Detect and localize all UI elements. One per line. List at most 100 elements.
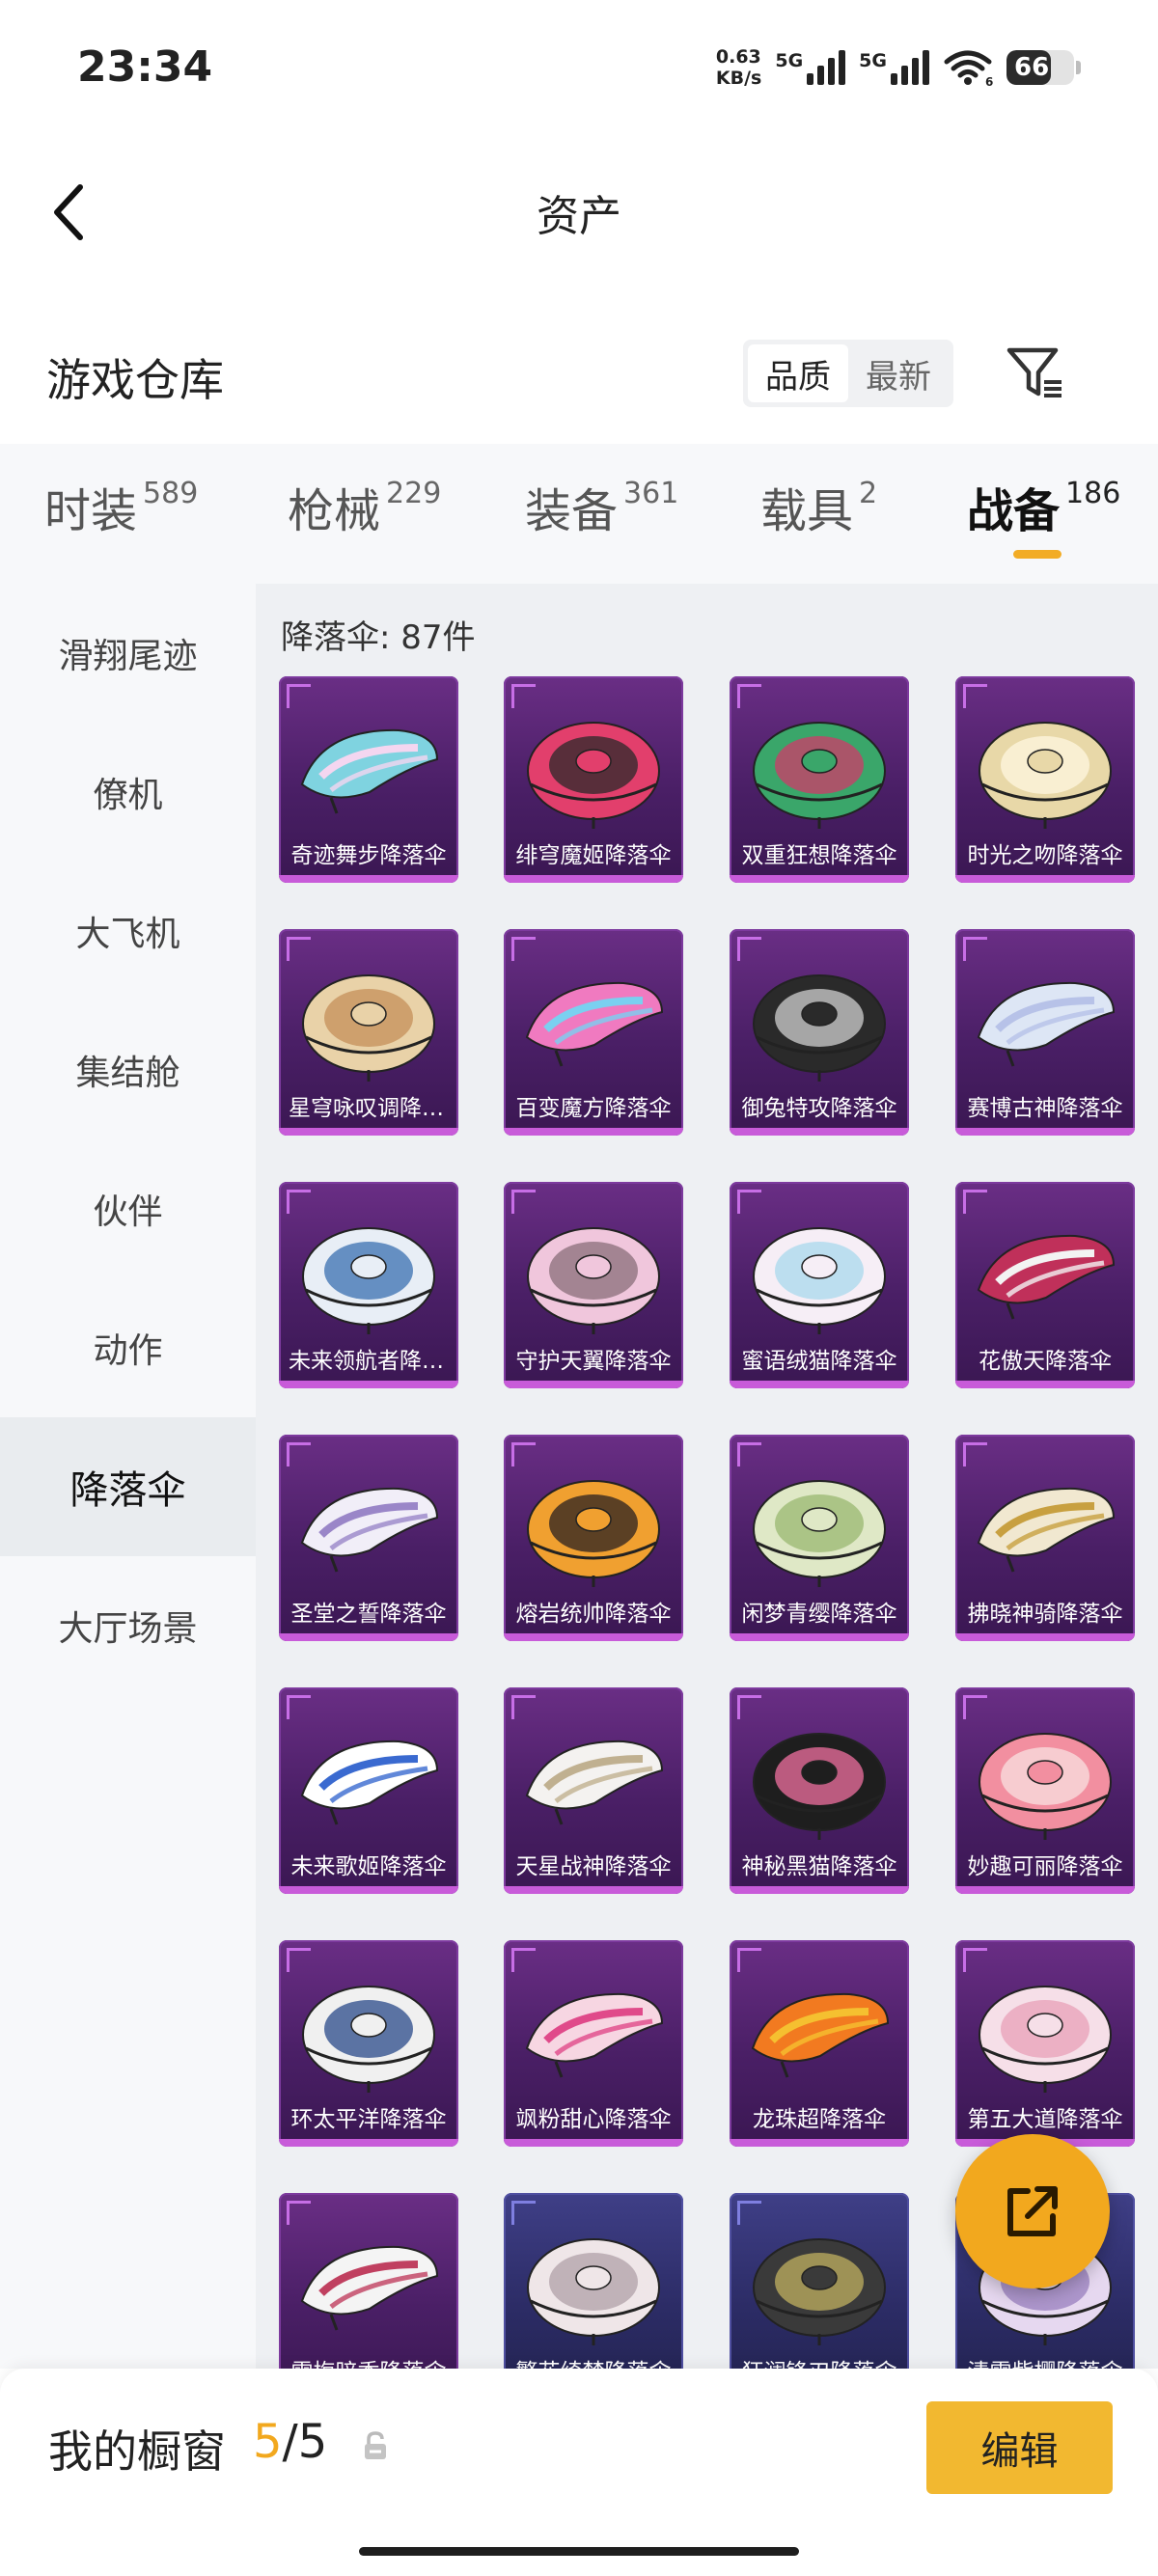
- parachute-name: 赛博古神降落伞: [967, 1096, 1123, 1121]
- parachute-icon: [300, 1487, 439, 1573]
- parachute-name: 御兔特攻降落伞: [741, 1096, 897, 1121]
- tab-count: 589: [143, 477, 199, 510]
- sidebar-item-capsule[interactable]: 集结舱: [0, 1000, 256, 1139]
- tab-label: 枪械: [288, 484, 381, 538]
- rarity-bar: [279, 1381, 458, 1388]
- parachute-card[interactable]: 奇迹舞步降落伞: [279, 676, 458, 883]
- status-indicators: 0.63 KB/s 5G 5G 6 66: [716, 42, 1081, 93]
- sidebar-item-companion[interactable]: 伙伴: [0, 1139, 256, 1278]
- parachute-name: 飒粉甜心降落伞: [515, 2107, 672, 2132]
- edit-button[interactable]: 编辑: [926, 2401, 1113, 2494]
- sidebar-item-wingman[interactable]: 僚机: [0, 723, 256, 862]
- sidebar: 滑翔尾迹 僚机 大飞机 集结舱 伙伴 动作 降落伞 大厅场景: [0, 584, 256, 2369]
- parachute-card[interactable]: 龙珠超降落伞: [730, 1940, 909, 2147]
- parachute-name: 绯穹魔姬降落伞: [515, 843, 672, 868]
- tab-equipment[interactable]: 装备 361: [525, 473, 678, 540]
- parachute-card[interactable]: 繁花绮梦降落伞: [504, 2193, 683, 2369]
- parachute-name: 时光之吻降落伞: [967, 843, 1123, 868]
- parachute-icon: [753, 1227, 886, 1334]
- parachute-card[interactable]: 雪梅暗香降落伞: [279, 2193, 458, 2369]
- parachute-card[interactable]: 神秘黑猫降落伞: [730, 1687, 909, 1894]
- parachute-card[interactable]: 星穹咏叹调降落伞: [279, 929, 458, 1136]
- parachute-name: 未来歌姬降落伞: [290, 1854, 447, 1879]
- battery-icon: 66: [1006, 50, 1074, 85]
- sim2-label: 5G: [859, 50, 887, 71]
- parachute-card[interactable]: 闲梦青缨降落伞: [730, 1435, 909, 1641]
- parachute-card[interactable]: 时光之吻降落伞: [955, 676, 1135, 883]
- parachute-card[interactable]: 环太平洋降落伞: [279, 1940, 458, 2147]
- parachute-card[interactable]: 绯穹魔姬降落伞: [504, 676, 683, 883]
- sort-latest-option[interactable]: 最新: [848, 344, 949, 402]
- parachute-card[interactable]: 百变魔方降落伞: [504, 929, 683, 1136]
- tab-label: 装备: [525, 484, 619, 538]
- category-tabs: 时装 589 枪械 229 装备 361 载具 2 战备 186: [0, 444, 1158, 584]
- parachute-icon: [525, 1740, 664, 1825]
- sort-quality-option[interactable]: 品质: [748, 344, 848, 402]
- parachute-card[interactable]: 未来歌姬降落伞: [279, 1687, 458, 1894]
- sidebar-item-lobby-scene[interactable]: 大厅场景: [0, 1556, 256, 1695]
- battery-level: 66: [1014, 53, 1050, 82]
- parachute-card[interactable]: 拂晓神骑降落伞: [955, 1435, 1135, 1641]
- sidebar-item-parachute[interactable]: 降落伞: [0, 1417, 256, 1556]
- sidebar-item-glide-trail[interactable]: 滑翔尾迹: [0, 584, 256, 723]
- rarity-bar: [730, 1128, 909, 1136]
- parachute-name: 未来领航者降落伞: [289, 1349, 449, 1374]
- parachute-card[interactable]: 守护天翼降落伞: [504, 1182, 683, 1388]
- parachute-card[interactable]: 熔岩统帅降落伞: [504, 1435, 683, 1641]
- share-fab-button[interactable]: [955, 2134, 1110, 2288]
- tab-fashion[interactable]: 时装 589: [44, 473, 198, 540]
- parachute-icon: [527, 722, 660, 829]
- item-grid: 降落伞: 87件 奇迹舞步降落伞 绯穹魔姬降落伞 双重狂想降落伞 时光之吻降落伞 星穹咏…: [256, 584, 1158, 2369]
- parachute-icon: [525, 981, 664, 1067]
- parachute-name: 妙趣可丽降落伞: [967, 1854, 1123, 1879]
- sidebar-item-emote[interactable]: 动作: [0, 1278, 256, 1417]
- parachute-card[interactable]: 蜜语绒猫降落伞: [730, 1182, 909, 1388]
- parachute-card[interactable]: 飒粉甜心降落伞: [504, 1940, 683, 2147]
- sim1-signal-icon: 5G: [775, 50, 846, 85]
- filter-button[interactable]: [1002, 340, 1069, 407]
- rarity-bar: [730, 875, 909, 883]
- parachute-icon: [751, 1992, 890, 2078]
- rarity-bar: [955, 1381, 1135, 1388]
- external-link-icon: [1007, 2186, 1058, 2236]
- parachute-icon: [527, 1227, 660, 1334]
- status-bar: 23:34 0.63 KB/s 5G 5G 6 66: [0, 0, 1158, 135]
- tab-count: 186: [1065, 477, 1121, 510]
- parachute-card[interactable]: 双重狂想降落伞: [730, 676, 909, 883]
- parachute-card[interactable]: 狂澜锋刃降落伞: [730, 2193, 909, 2369]
- parachute-icon: [753, 2238, 886, 2345]
- parachute-card[interactable]: 圣堂之誓降落伞: [279, 1435, 458, 1641]
- parachute-icon: [300, 1740, 439, 1825]
- parachute-icon: [753, 722, 886, 829]
- parachute-card[interactable]: 御兔特攻降落伞: [730, 929, 909, 1136]
- parachute-card[interactable]: 第五大道降落伞: [955, 1940, 1135, 2147]
- wifi-badge: 6: [985, 75, 993, 87]
- parachute-name: 繁花绮梦降落伞: [513, 2353, 674, 2369]
- parachute-name: 蜜语绒猫降落伞: [741, 1349, 897, 1374]
- sim1-label: 5G: [775, 50, 804, 71]
- parachute-icon: [302, 974, 435, 1082]
- parachute-card[interactable]: 花傲天降落伞: [955, 1182, 1135, 1388]
- sidebar-item-plane[interactable]: 大飞机: [0, 862, 256, 1000]
- parachute-icon: [979, 1986, 1112, 2093]
- showcase-count: 5/5: [253, 2415, 327, 2469]
- tab-firearms[interactable]: 枪械 229: [288, 473, 441, 540]
- parachute-card[interactable]: 赛博古神降落伞: [955, 929, 1135, 1136]
- showcase-current: 5: [253, 2415, 283, 2469]
- home-indicator: [359, 2547, 799, 2556]
- sort-toggle: 品质 最新: [743, 340, 953, 407]
- tab-supplies[interactable]: 战备 186: [967, 473, 1120, 540]
- parachute-card[interactable]: 妙趣可丽降落伞: [955, 1687, 1135, 1894]
- section-title: 游戏仓库: [46, 354, 224, 406]
- parachute-name: 熔岩统帅降落伞: [515, 1602, 672, 1627]
- parachute-card[interactable]: 未来领航者降落伞: [279, 1182, 458, 1388]
- network-speed-value: 0.63: [715, 46, 761, 68]
- parachute-name: 雪梅暗香降落伞: [289, 2353, 449, 2369]
- parachute-card[interactable]: 天星战神降落伞: [504, 1687, 683, 1894]
- parachute-name: 闲梦青缨降落伞: [741, 1602, 897, 1627]
- parachute-name: 圣堂之誓降落伞: [290, 1602, 447, 1627]
- parachute-icon: [525, 1992, 664, 2078]
- rarity-bar: [955, 1128, 1135, 1136]
- tab-vehicles[interactable]: 载具 2: [760, 473, 877, 540]
- parachute-icon: [979, 1733, 1112, 1840]
